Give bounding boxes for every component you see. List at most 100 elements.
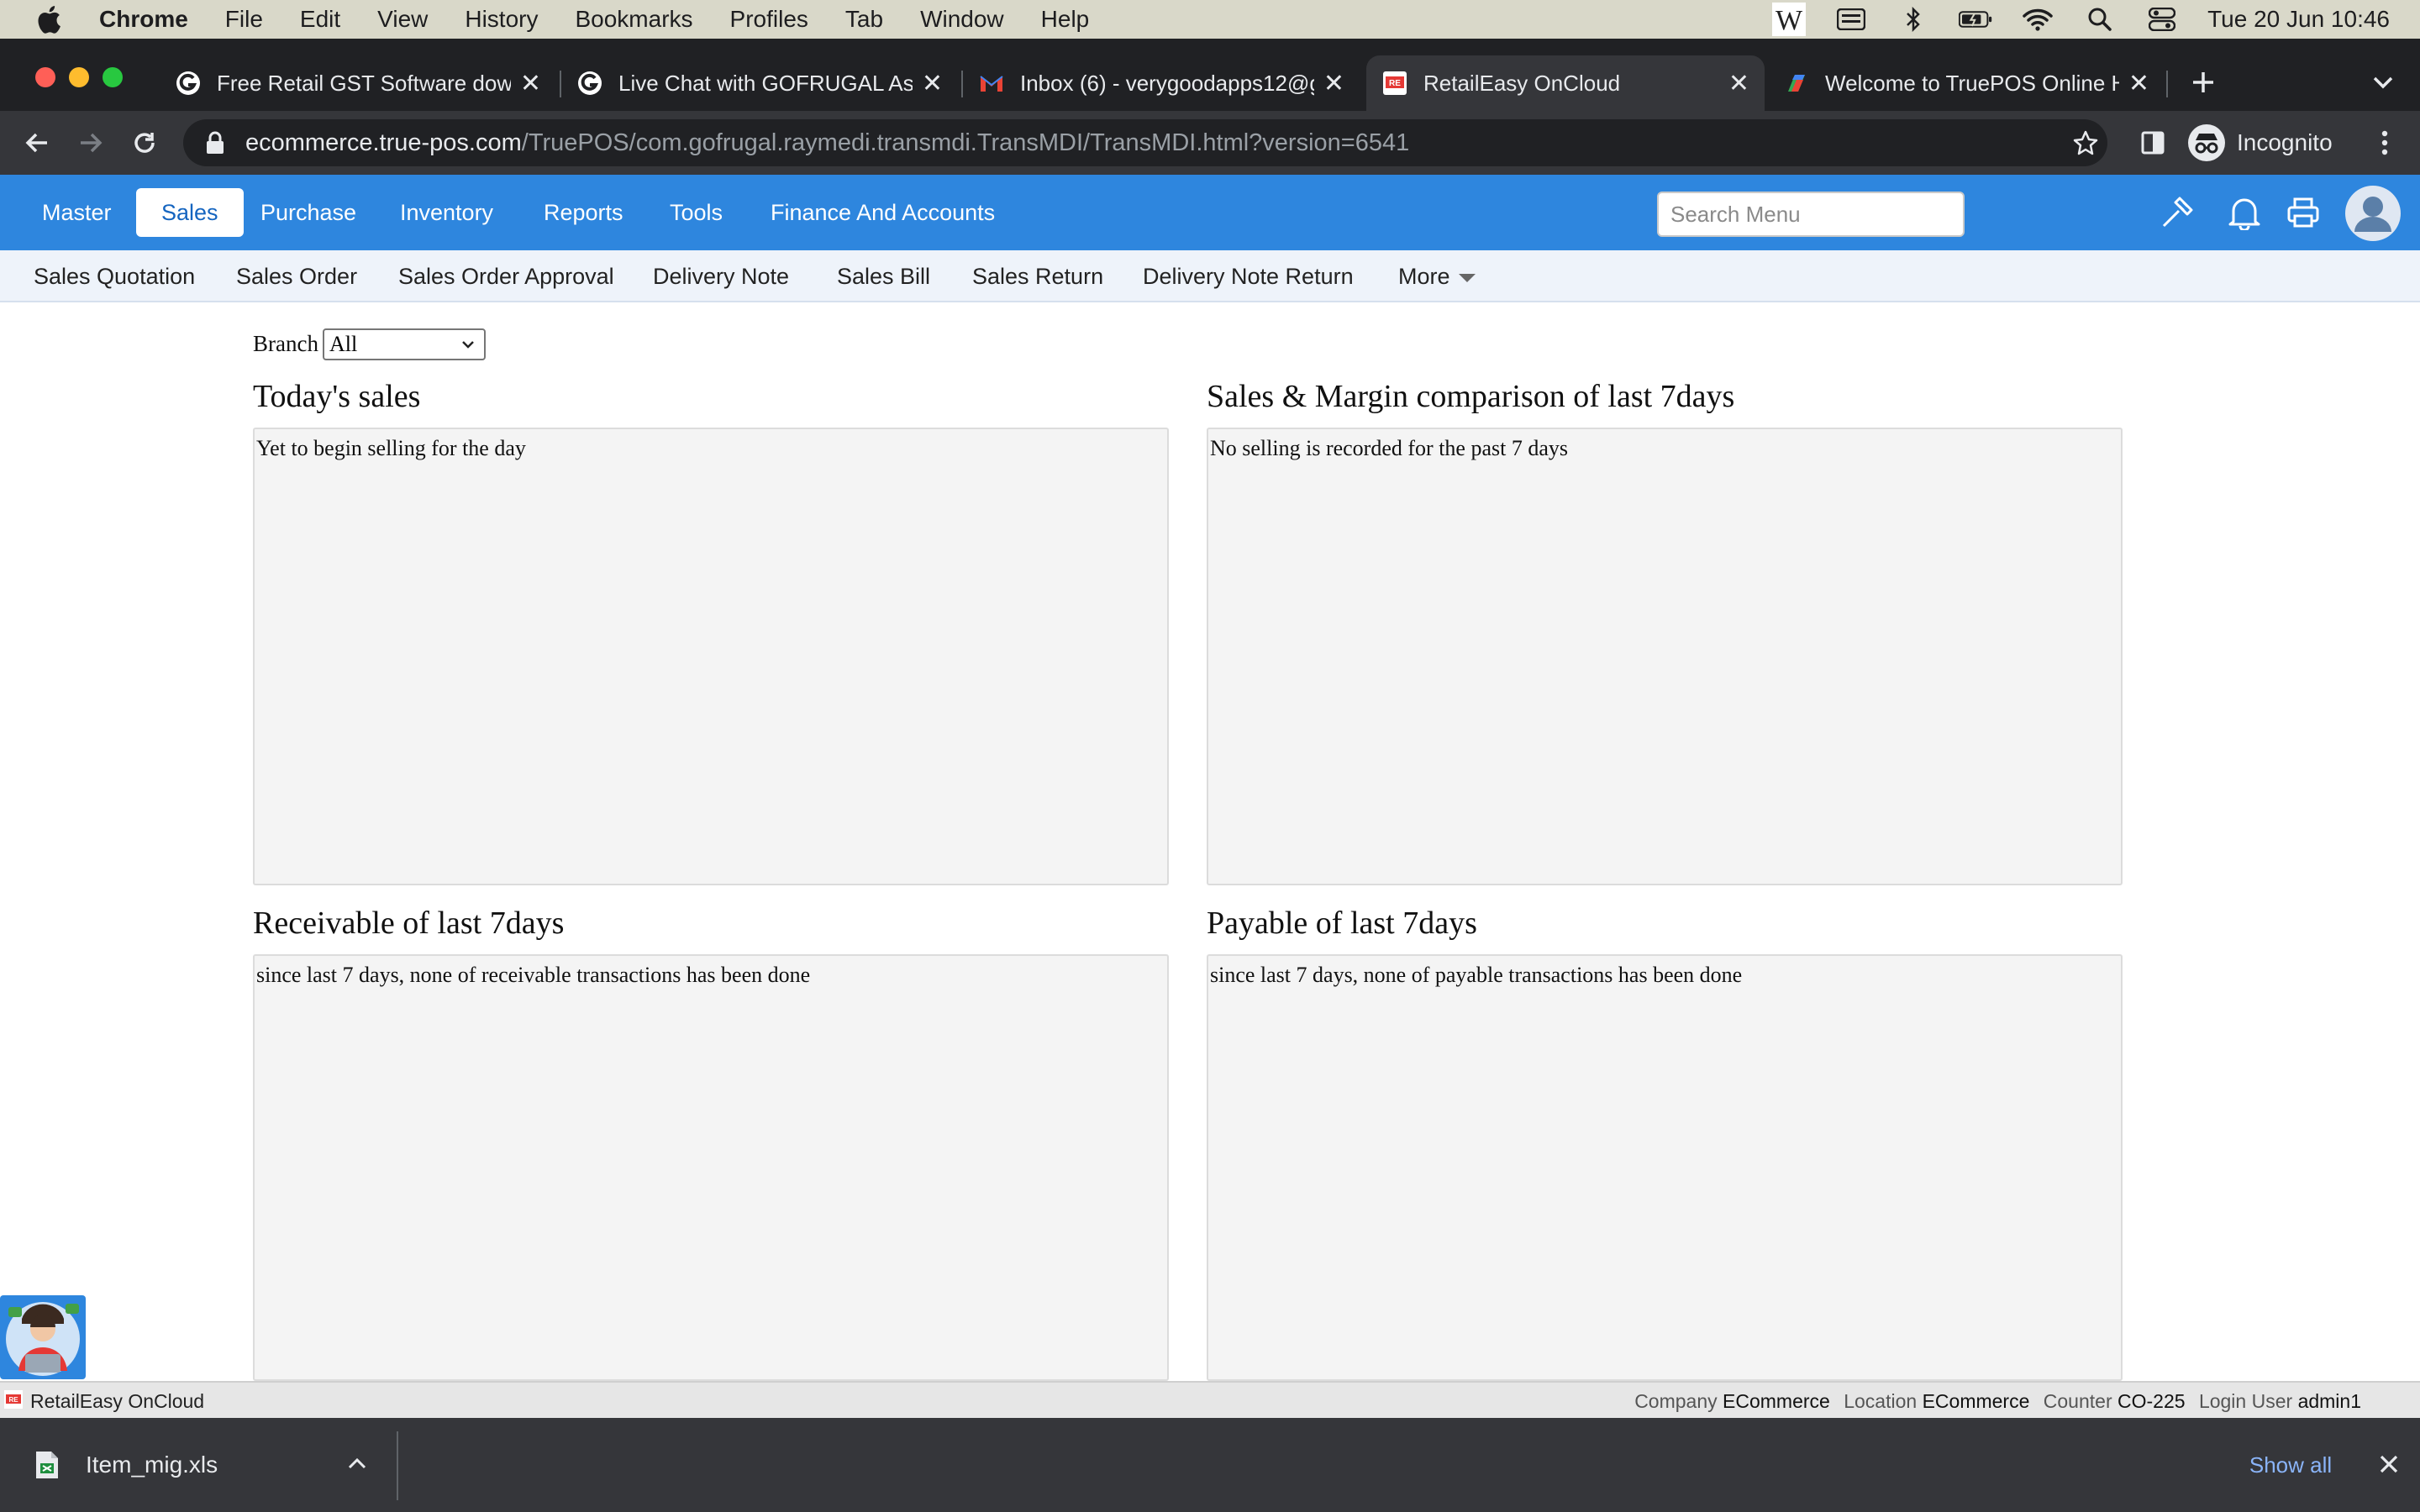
bell-notification-icon[interactable] xyxy=(2223,192,2265,234)
tab-title: Free Retail GST Software downl xyxy=(217,70,511,96)
hammer-tools-icon[interactable] xyxy=(2156,192,2198,234)
incognito-profile-button[interactable]: Incognito xyxy=(2188,119,2333,166)
close-tab-icon[interactable]: ✕ xyxy=(1728,69,1749,98)
close-tab-icon[interactable]: ✕ xyxy=(520,69,541,98)
branch-label: Branch xyxy=(253,331,318,356)
company-label: Company xyxy=(1634,1390,1718,1412)
close-tab-icon[interactable]: ✕ xyxy=(2128,69,2149,98)
menu-bookmarks[interactable]: Bookmarks xyxy=(556,0,711,39)
today-sales-title: Today's sales xyxy=(253,379,421,414)
payable-message: since last 7 days, none of payable trans… xyxy=(1210,963,1743,987)
svg-text:RE: RE xyxy=(1389,79,1401,88)
window-close-button[interactable] xyxy=(35,67,55,87)
new-tab-plus-icon[interactable] xyxy=(2185,64,2222,101)
back-arrow-icon[interactable] xyxy=(18,124,55,161)
tab-title: RetailEasy OnCloud xyxy=(1423,70,1621,96)
tab-search-chevron-icon[interactable] xyxy=(2365,64,2402,101)
browser-tab[interactable]: Inbox (6) - verygoodapps12@g ✕ xyxy=(963,55,1360,111)
close-tab-icon[interactable]: ✕ xyxy=(922,69,943,98)
side-panel-icon[interactable] xyxy=(2134,124,2171,161)
chat-assistant-avatar[interactable] xyxy=(0,1295,86,1379)
counter-value: CO-225 xyxy=(2118,1390,2186,1412)
gofrugal-icon xyxy=(578,71,602,95)
incognito-label: Incognito xyxy=(2237,129,2333,155)
download-bar: Item_mig.xls Show all xyxy=(0,1418,2420,1512)
address-bar[interactable]: ecommerce.true-pos.com/TruePOS/com.gofru… xyxy=(183,119,2107,166)
more-label: More xyxy=(1398,264,1450,289)
close-tab-icon[interactable]: ✕ xyxy=(1323,69,1344,98)
wifi-icon[interactable] xyxy=(2021,6,2054,33)
today-sales-message: Yet to begin selling for the day xyxy=(256,436,526,460)
incognito-icon xyxy=(2188,124,2225,161)
download-file-name: Item_mig.xls xyxy=(86,1452,218,1478)
nav-master[interactable]: Master xyxy=(17,188,137,237)
login-user-value: admin1 xyxy=(2297,1390,2361,1412)
menu-window[interactable]: Window xyxy=(902,0,1023,39)
truepos-icon xyxy=(1788,75,1805,92)
chevron-up-icon[interactable] xyxy=(345,1446,370,1480)
nav-finance-and-accounts[interactable]: Finance And Accounts xyxy=(745,188,1020,237)
payable-panel: since last 7 days, none of payable trans… xyxy=(1207,954,2123,1381)
kebab-menu-icon[interactable] xyxy=(2366,124,2403,161)
bookmark-star-icon[interactable] xyxy=(2067,124,2104,161)
nav-purchase[interactable]: Purchase xyxy=(235,188,381,237)
nav-sales[interactable]: Sales xyxy=(136,188,244,237)
app-status-bar: RE RetailEasy OnCloud Company ECommerce … xyxy=(0,1381,2420,1418)
show-all-downloads-button[interactable]: Show all xyxy=(2227,1441,2354,1488)
menu-edit[interactable]: Edit xyxy=(281,0,359,39)
menu-view[interactable]: View xyxy=(359,0,446,39)
menu-app-name[interactable]: Chrome xyxy=(92,0,207,39)
subnav-sales-return[interactable]: Sales Return xyxy=(972,250,1103,302)
battery-icon[interactable] xyxy=(1959,6,1992,33)
download-divider xyxy=(397,1431,398,1500)
nav-reports[interactable]: Reports xyxy=(518,188,649,237)
caret-down-icon xyxy=(1458,273,1476,282)
lock-icon[interactable] xyxy=(205,131,225,155)
window-zoom-button[interactable] xyxy=(103,67,123,87)
subnav-sales-order-approval[interactable]: Sales Order Approval xyxy=(398,250,614,302)
printer-icon[interactable] xyxy=(2282,192,2324,234)
subnav-sales-bill[interactable]: Sales Bill xyxy=(837,250,930,302)
subnav-more-dropdown[interactable]: More xyxy=(1398,250,1476,302)
status-session-info: Company ECommerce Location ECommerce Cou… xyxy=(1634,1383,2370,1420)
subnav-sales-quotation[interactable]: Sales Quotation xyxy=(34,250,195,302)
forward-arrow-icon[interactable] xyxy=(72,124,109,161)
browser-tab[interactable]: Free Retail GST Software downl ✕ xyxy=(160,55,556,111)
spreadsheet-file-icon xyxy=(36,1452,58,1478)
nav-tools[interactable]: Tools xyxy=(644,188,748,237)
user-avatar-icon[interactable] xyxy=(2344,185,2402,242)
browser-tab[interactable]: Welcome to TruePOS Online He ✕ xyxy=(1768,55,2165,111)
url-path: /TruePOS/com.gofrugal.raymedi.transmdi.T… xyxy=(521,129,1410,156)
search-menu-input[interactable] xyxy=(1657,192,1965,237)
menu-file[interactable]: File xyxy=(207,0,281,39)
url-host: ecommerce.true-pos.com xyxy=(245,129,522,156)
menu-tab[interactable]: Tab xyxy=(827,0,902,39)
subnav-delivery-note-return[interactable]: Delivery Note Return xyxy=(1143,250,1354,302)
bluetooth-icon[interactable] xyxy=(1897,6,1930,33)
menu-bar-clock[interactable]: Tue 20 Jun 10:46 xyxy=(2207,6,2390,33)
branch-select[interactable]: All xyxy=(323,328,486,360)
window-minimize-button[interactable] xyxy=(69,67,89,87)
menu-history[interactable]: History xyxy=(446,0,556,39)
status-app-name: RetailEasy OnCloud xyxy=(30,1390,205,1412)
tab-title: Live Chat with GOFRUGAL Assi xyxy=(618,70,913,96)
app-main-nav: Master Sales Purchase Inventory Reports … xyxy=(0,175,2420,250)
apple-icon[interactable] xyxy=(30,5,67,34)
spotlight-search-icon[interactable] xyxy=(2083,6,2117,33)
download-item[interactable]: Item_mig.xls xyxy=(34,1443,218,1487)
sales-margin-message: No selling is recorded for the past 7 da… xyxy=(1210,436,1569,460)
browser-tab[interactable]: Live Chat with GOFRUGAL Assi ✕ xyxy=(561,55,958,111)
w-icon[interactable]: W xyxy=(1772,3,1807,36)
keyboard-icon[interactable] xyxy=(1834,6,1868,33)
browser-tab-active[interactable]: RE RetailEasy OnCloud ✕ xyxy=(1366,55,1765,111)
menu-help[interactable]: Help xyxy=(1023,0,1108,39)
nav-inventory[interactable]: Inventory xyxy=(375,188,518,237)
counter-label: Counter xyxy=(2043,1390,2112,1412)
close-icon[interactable] xyxy=(2375,1450,2403,1478)
reload-icon[interactable] xyxy=(126,124,163,161)
menu-profiles[interactable]: Profiles xyxy=(712,0,827,39)
subnav-sales-order[interactable]: Sales Order xyxy=(236,250,357,302)
subnav-delivery-note[interactable]: Delivery Note xyxy=(653,250,789,302)
control-center-icon[interactable] xyxy=(2145,6,2179,33)
branch-select-value: All xyxy=(329,332,358,356)
